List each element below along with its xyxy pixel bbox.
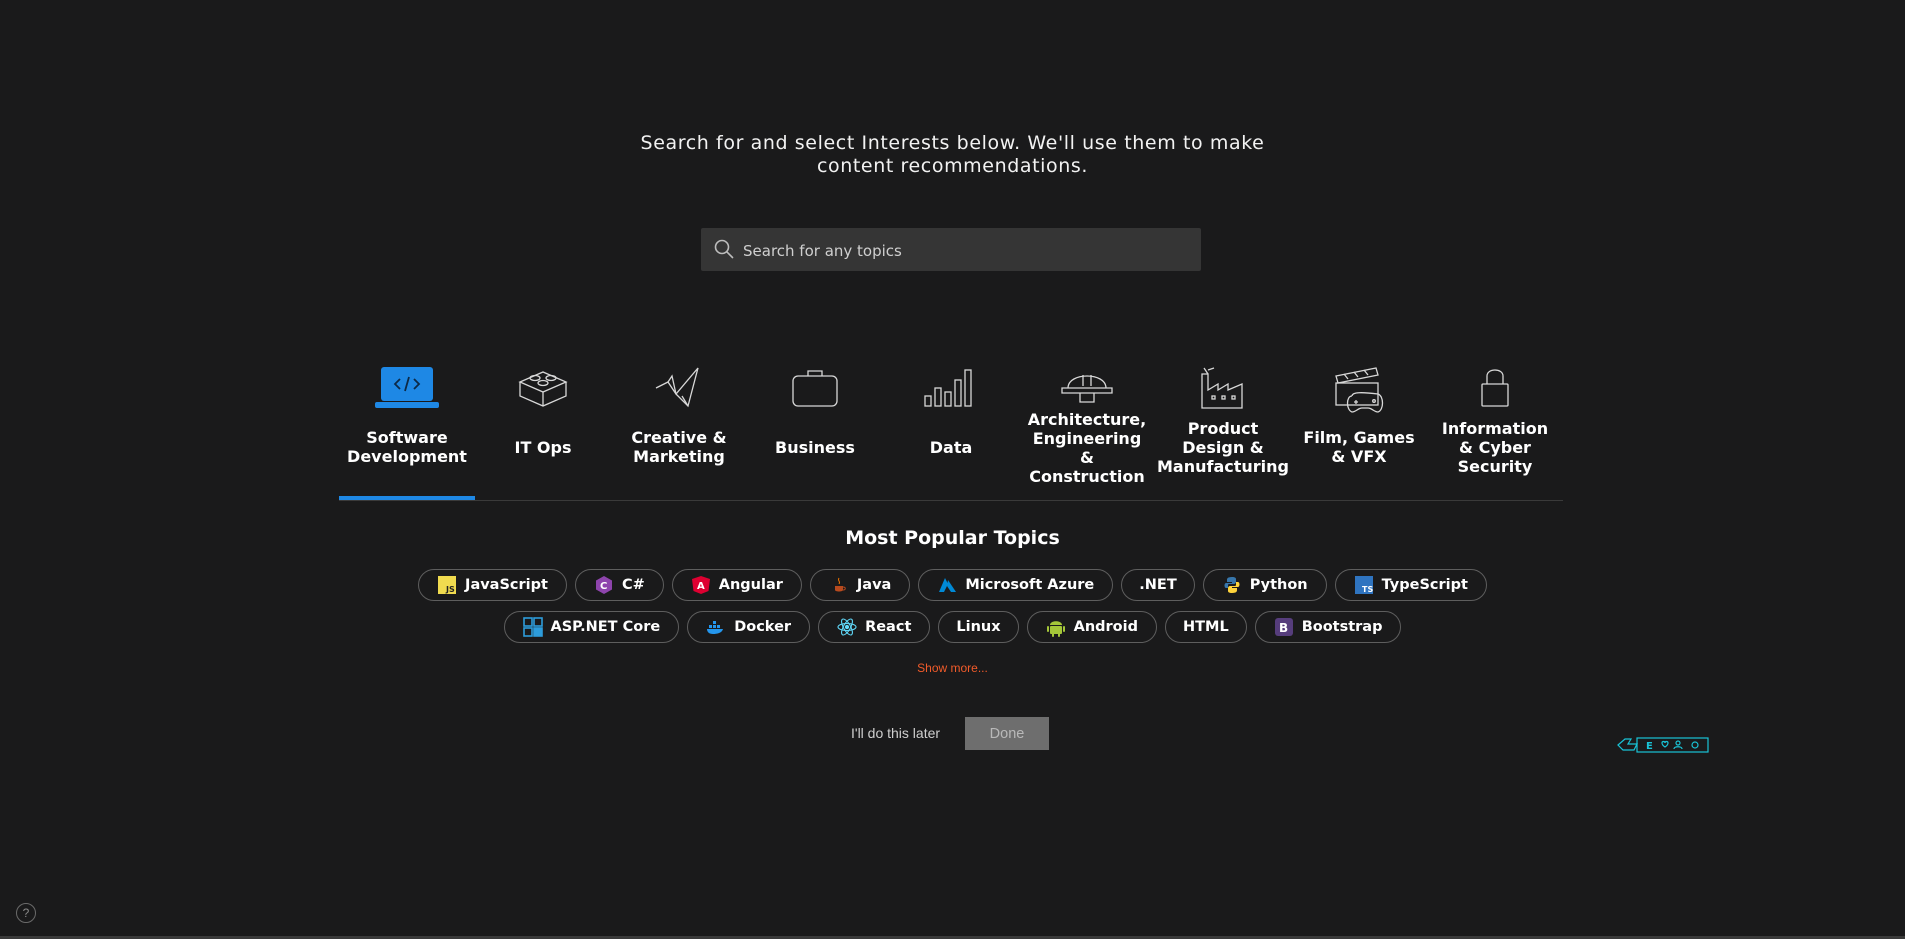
tab-film-games-vfx[interactable]: Film, Games & VFX — [1291, 360, 1427, 500]
topic-chip-linux[interactable]: Linux — [938, 611, 1019, 643]
server-blocks-icon — [475, 366, 611, 418]
tab-it-ops[interactable]: IT Ops — [475, 360, 611, 500]
do-later-link[interactable]: I'll do this later — [851, 725, 940, 741]
topic-chip-docker[interactable]: Docker — [687, 611, 811, 643]
tab-label: Business — [775, 438, 855, 457]
svg-text:B: B — [1279, 621, 1288, 635]
tab-label: Creative & Marketing — [631, 428, 727, 466]
topic-chip-python[interactable]: Python — [1202, 569, 1327, 601]
search-box[interactable] — [701, 228, 1201, 273]
tab-label: Film, Games & VFX — [1303, 428, 1415, 466]
topic-chip-aspnet-core[interactable]: ASP.NET Core — [503, 611, 680, 643]
azure-icon — [937, 575, 957, 595]
done-button[interactable]: Done — [965, 717, 1049, 750]
bootstrap-icon: B — [1274, 617, 1294, 637]
tab-label: IT Ops — [514, 438, 572, 457]
svg-text:E: E — [1646, 741, 1653, 752]
help-icon[interactable]: ? — [16, 903, 36, 923]
aspnet-core-icon — [522, 617, 543, 637]
briefcase-icon — [747, 366, 883, 418]
laptop-code-icon — [339, 366, 475, 418]
topic-chip-angular[interactable]: A Angular — [671, 569, 802, 601]
clapper-gamepad-icon — [1291, 366, 1427, 418]
typescript-icon: TS — [1354, 575, 1374, 595]
csharp-icon: C — [594, 575, 614, 595]
python-icon — [1222, 575, 1242, 595]
tab-label: Data — [929, 438, 973, 457]
origami-bird-icon — [611, 366, 747, 418]
intro-text: Search for and select Interests below. W… — [0, 132, 1905, 178]
padlock-icon — [1427, 366, 1563, 418]
active-tab-indicator — [339, 496, 475, 500]
svg-text:C: C — [600, 581, 607, 592]
topic-chip-java[interactable]: Java — [809, 569, 911, 601]
javascript-icon: JS — [437, 575, 457, 595]
java-icon — [829, 575, 849, 595]
tab-software-development[interactable]: Software Development — [339, 360, 475, 500]
tab-label: Information & Cyber Security — [1441, 419, 1549, 476]
tab-label: Product Design & Manufacturing — [1157, 419, 1289, 476]
intro-line-1: Search for and select Interests below. W… — [640, 132, 1265, 154]
tab-information-cyber-security[interactable]: Information & Cyber Security — [1427, 360, 1563, 500]
bar-chart-icon — [883, 366, 1019, 418]
tabs-divider — [339, 500, 1563, 501]
tab-product-design-manufacturing[interactable]: Product Design & Manufacturing — [1155, 360, 1291, 500]
show-more-link[interactable]: Show more... — [0, 661, 1905, 675]
intro-line-2: content recommendations. — [816, 155, 1089, 177]
topic-chip-android[interactable]: Android — [1026, 611, 1157, 643]
tab-data[interactable]: Data — [883, 360, 1019, 500]
topic-chip-bootstrap[interactable]: B Bootstrap — [1254, 611, 1402, 643]
topic-chip-react[interactable]: React — [818, 611, 931, 643]
search-input[interactable] — [741, 228, 1185, 273]
android-icon — [1046, 617, 1066, 637]
tab-label: Architecture, Engineering & Construction — [1027, 410, 1147, 486]
topic-chip-microsoft-azure[interactable]: Microsoft Azure — [918, 569, 1114, 601]
category-tabs: Software Development IT Ops Creative & Mar… — [339, 360, 1563, 500]
topic-row-1: JS JavaScript C C# A Angular Java Micros… — [0, 569, 1905, 601]
popular-topics-title: Most Popular Topics — [845, 527, 1060, 549]
svg-text:JS: JS — [445, 585, 455, 594]
topic-chip-csharp[interactable]: C C# — [574, 569, 664, 601]
topic-chip-html[interactable]: HTML — [1164, 611, 1247, 643]
tab-label: Software Development — [347, 428, 467, 466]
browser-extension-badge-icon[interactable]: E — [1617, 736, 1709, 759]
topic-row-2: ASP.NET Core Docker React Linux Android … — [0, 611, 1905, 643]
docker-icon — [706, 617, 726, 637]
tab-creative-marketing[interactable]: Creative & Marketing — [611, 360, 747, 500]
tab-business[interactable]: Business — [747, 360, 883, 500]
react-icon — [837, 617, 857, 637]
topic-chip-dotnet[interactable]: .NET — [1121, 569, 1195, 601]
topic-chip-javascript[interactable]: JS JavaScript — [418, 569, 567, 601]
tab-architecture-engineering-construction[interactable]: Architecture, Engineering & Construction — [1019, 360, 1155, 500]
svg-text:TS: TS — [1362, 585, 1373, 594]
factory-icon — [1155, 366, 1291, 418]
topic-chip-typescript[interactable]: TS TypeScript — [1334, 569, 1487, 601]
search-icon — [713, 238, 735, 265]
svg-text:A: A — [697, 581, 705, 592]
angular-icon: A — [691, 575, 711, 595]
